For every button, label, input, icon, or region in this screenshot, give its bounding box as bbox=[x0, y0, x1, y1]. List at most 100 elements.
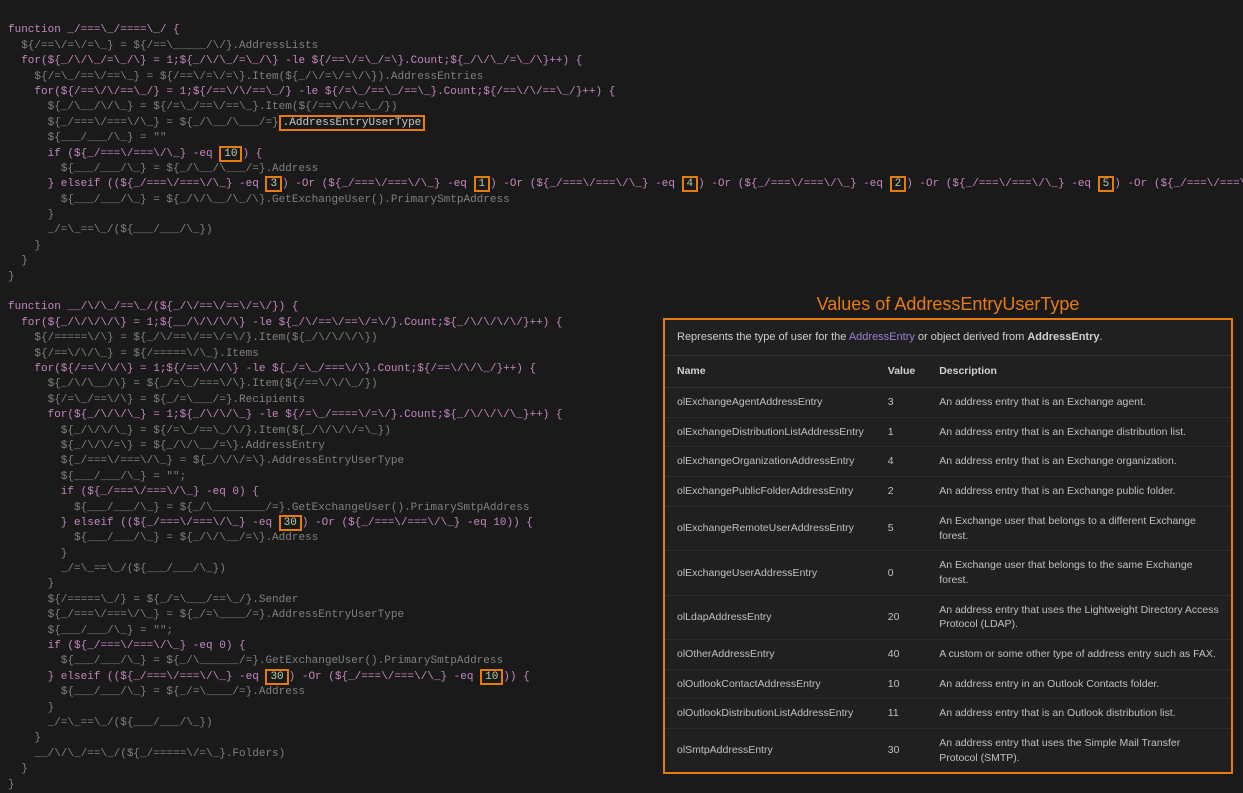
enum-value: 2 bbox=[876, 477, 927, 507]
enum-value: 1 bbox=[876, 417, 927, 447]
code-line: ${___/___/\_} = ""; bbox=[8, 471, 186, 483]
enum-desc: An address entry that is an Exchange org… bbox=[927, 447, 1231, 477]
code-line: ${_/\/\/\_} = ${/=\_/==\_/\/}.Item(${_/\… bbox=[8, 425, 391, 437]
code-line: function __/\/\_/==\_/(${_/\/==\/==\/=\/… bbox=[8, 301, 298, 313]
code-line: } bbox=[8, 732, 41, 744]
code-line: ${___/___/\_} = ${_/\______/=}.GetExchan… bbox=[8, 655, 503, 667]
highlight-value: 3 bbox=[265, 176, 282, 192]
code-line: ${___/___/\_} = ""; bbox=[8, 625, 173, 637]
code-line: } bbox=[8, 779, 15, 791]
code-line: ${/=\_/==\/==\_} = ${/==\/=\/=\}.Item(${… bbox=[8, 71, 483, 83]
enum-desc: An address entry that is an Exchange dis… bbox=[927, 417, 1231, 447]
enum-desc: An address entry in an Outlook Contacts … bbox=[927, 669, 1231, 699]
code-line: ${___/___/\_} = ${_/\__/\___/=}.Address bbox=[8, 163, 318, 175]
enum-value: 11 bbox=[876, 699, 927, 729]
code-line: ${/=\_/==\/\} = ${_/=\___/=}.Recipients bbox=[8, 394, 305, 406]
highlight-value: 30 bbox=[265, 669, 288, 685]
code-line: _/=\_==\_/(${___/___/\_}) bbox=[8, 563, 226, 575]
enum-desc: An Exchange user that belongs to a diffe… bbox=[927, 506, 1231, 550]
enum-desc: An Exchange user that belongs to the sam… bbox=[927, 551, 1231, 595]
code-line: ${___/___/\_} = ${_/\/\__/=\}.Address bbox=[8, 532, 318, 544]
enum-value: 20 bbox=[876, 595, 927, 639]
table-row: olExchangeOrganizationAddressEntry4An ad… bbox=[665, 447, 1231, 477]
code-line: ${_/\__/\/\_} = ${/=\_/==\/==\_}.Item(${… bbox=[8, 101, 397, 113]
col-header-value: Value bbox=[876, 356, 927, 387]
table-row: olExchangeRemoteUserAddressEntry5An Exch… bbox=[665, 506, 1231, 550]
code-line: } bbox=[8, 255, 28, 267]
code-line: for(${/==\/\/==\_/} = 1;${/==\/\/==\_/} … bbox=[8, 86, 615, 98]
code-line: ${/==\/\/\_} = ${/=====\/\_}.Items bbox=[8, 348, 259, 360]
enum-value: 3 bbox=[876, 388, 927, 418]
highlight-value: 5 bbox=[1098, 176, 1115, 192]
code-line: if (${_/===\/===\/\_} -eq 0) { bbox=[8, 486, 259, 498]
code-line: ${_/===\/===\/\_} = ${_/\/\/=\}.AddressE… bbox=[8, 455, 404, 467]
enum-name: olExchangeOrganizationAddressEntry bbox=[665, 447, 876, 477]
code-line: ${_/\/\/=\} = ${_/\/\__/=\}.AddressEntry bbox=[8, 440, 325, 452]
code-line: for(${_/\/\_/=\_/\} = 1;${_/\/\_/=\_/\} … bbox=[8, 55, 582, 67]
enum-name: olExchangeDistributionListAddressEntry bbox=[665, 417, 876, 447]
code-line: if (${_/===\/===\/\_} -eq 10) { bbox=[8, 146, 262, 162]
highlight-property: .AddressEntryUserType bbox=[279, 115, 426, 131]
enum-name: olSmtpAddressEntry bbox=[665, 729, 876, 773]
enum-name: olOutlookContactAddressEntry bbox=[665, 669, 876, 699]
code-line: ${_/\/\__/\} = ${_/=\_/===\/\}.Item(${/=… bbox=[8, 378, 378, 390]
enum-name: olOtherAddressEntry bbox=[665, 639, 876, 669]
table-row: olExchangeAgentAddressEntry3An address e… bbox=[665, 388, 1231, 418]
table-row: olOutlookDistributionListAddressEntry11A… bbox=[665, 699, 1231, 729]
panel-description: Represents the type of user for the Addr… bbox=[665, 320, 1231, 356]
table-row: olSmtpAddressEntry30An address entry tha… bbox=[665, 729, 1231, 773]
code-line: for(${/==\/\/\} = 1;${/==\/\/\} -le ${_/… bbox=[8, 363, 536, 375]
table-row: olLdapAddressEntry20An address entry tha… bbox=[665, 595, 1231, 639]
doc-link[interactable]: AddressEntry bbox=[849, 331, 915, 343]
enum-value: 0 bbox=[876, 551, 927, 595]
enum-name: olExchangePublicFolderAddressEntry bbox=[665, 477, 876, 507]
highlight-value: 10 bbox=[480, 669, 503, 685]
code-line: _/=\_==\_/(${___/___/\_}) bbox=[8, 717, 213, 729]
col-header-name: Name bbox=[665, 356, 876, 387]
code-line: } elseif ((${_/===\/===\/\_} -eq 30) -Or… bbox=[8, 669, 530, 685]
table-row: olOtherAddressEntry40A custom or some ot… bbox=[665, 639, 1231, 669]
enum-name: olLdapAddressEntry bbox=[665, 595, 876, 639]
enum-desc: An address entry that is an Exchange age… bbox=[927, 388, 1231, 418]
enum-name: olExchangeRemoteUserAddressEntry bbox=[665, 506, 876, 550]
enum-value: 4 bbox=[876, 447, 927, 477]
code-line: } elseif ((${_/===\/===\/\_} -eq 3) -Or … bbox=[8, 176, 1243, 192]
code-line: ${___/___/\_} = ${_/\________/=}.GetExch… bbox=[8, 502, 530, 514]
code-line: } bbox=[8, 702, 54, 714]
enum-desc: An address entry that is an Exchange pub… bbox=[927, 477, 1231, 507]
code-line: ${___/___/\_} = "" bbox=[8, 132, 166, 144]
code-line: } bbox=[8, 209, 54, 221]
code-line: ${/==\/=\/=\_} = ${/==\_____/\/}.Address… bbox=[8, 40, 318, 52]
col-header-desc: Description bbox=[927, 356, 1231, 387]
highlight-value: 1 bbox=[474, 176, 491, 192]
highlight-value: 10 bbox=[219, 146, 242, 162]
code-line: } elseif ((${_/===\/===\/\_} -eq 30) -Or… bbox=[8, 515, 533, 531]
reference-panel: Values of AddressEntryUserType Represent… bbox=[663, 318, 1233, 774]
code-line: } bbox=[8, 548, 67, 560]
table-row: olExchangeUserAddressEntry0An Exchange u… bbox=[665, 551, 1231, 595]
code-line: for(${_/\/\/\/\} = 1;${__/\/\/\/\} -le $… bbox=[8, 317, 563, 329]
code-line: _/=\_==\_/(${___/___/\_}) bbox=[8, 224, 213, 236]
enum-desc: An address entry that is an Outlook dist… bbox=[927, 699, 1231, 729]
panel-title: Values of AddressEntryUserType bbox=[665, 292, 1231, 317]
code-line: ${___/___/\_} = ${_/=\____/=}.Address bbox=[8, 686, 305, 698]
enum-table: Name Value Description olExchangeAgentAd… bbox=[665, 356, 1231, 772]
enum-desc: An address entry that uses the Simple Ma… bbox=[927, 729, 1231, 773]
code-line: __/\/\_/==\_/(${_/=====\/=\_}.Folders) bbox=[8, 748, 285, 760]
enum-name: olOutlookDistributionListAddressEntry bbox=[665, 699, 876, 729]
code-line: ${/=====\/\} = ${_/\/==\/==\/=\/}.Item($… bbox=[8, 332, 378, 344]
code-line: if (${_/===\/===\/\_} -eq 0) { bbox=[8, 640, 246, 652]
table-row: olExchangePublicFolderAddressEntry2An ad… bbox=[665, 477, 1231, 507]
enum-value: 5 bbox=[876, 506, 927, 550]
highlight-value: 30 bbox=[279, 515, 302, 531]
table-row: olExchangeDistributionListAddressEntry1A… bbox=[665, 417, 1231, 447]
highlight-value: 2 bbox=[890, 176, 907, 192]
code-line: for(${_/\/\/\_} = 1;${_/\/\/\_} -le ${/=… bbox=[8, 409, 563, 421]
enum-name: olExchangeUserAddressEntry bbox=[665, 551, 876, 595]
code-line: ${_/===\/===\/\_} = ${_/\__/\___/=}.Addr… bbox=[8, 115, 425, 131]
enum-desc: An address entry that uses the Lightweig… bbox=[927, 595, 1231, 639]
enum-value: 30 bbox=[876, 729, 927, 773]
enum-desc: A custom or some other type of address e… bbox=[927, 639, 1231, 669]
code-line: ${___/___/\_} = ${_/\/\__/\_/\}.GetExcha… bbox=[8, 194, 510, 206]
enum-value: 40 bbox=[876, 639, 927, 669]
